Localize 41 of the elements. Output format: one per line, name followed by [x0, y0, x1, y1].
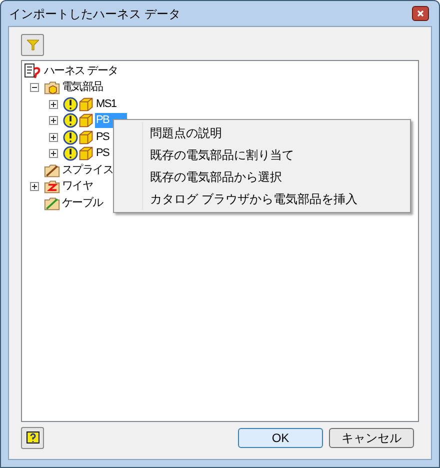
- box-icon: [78, 130, 94, 145]
- filter-icon: [26, 39, 38, 51]
- menu-item[interactable]: 既存の電気部品から選択: [142, 166, 410, 188]
- plus-icon: [31, 183, 38, 190]
- tree-item-label[interactable]: 電気部品: [61, 80, 104, 96]
- box-icon: [78, 146, 94, 162]
- close-icon: [417, 10, 424, 17]
- filter-button[interactable]: [21, 34, 44, 56]
- tree-item-label[interactable]: MS1: [95, 96, 118, 112]
- wire-folder-icon: [44, 179, 60, 194]
- component-folder-icon: [44, 80, 60, 96]
- tree-item-label[interactable]: ハーネス データ: [43, 64, 119, 79]
- tree-item-label[interactable]: PS: [95, 130, 110, 145]
- plus-icon: [50, 150, 57, 158]
- plus-icon: [50, 134, 57, 141]
- plus-icon: [50, 100, 57, 108]
- tree-item-label[interactable]: スプライス: [61, 162, 114, 178]
- expand-toggle[interactable]: [49, 132, 58, 142]
- window-title: インポートしたハーネス データ: [9, 6, 180, 22]
- tree-item-label[interactable]: ワイヤ: [61, 179, 94, 194]
- expand-toggle[interactable]: [49, 100, 58, 109]
- tree-item-label[interactable]: PS: [95, 146, 110, 162]
- menu-item[interactable]: 問題点の説明: [142, 122, 410, 144]
- expand-toggle[interactable]: [49, 149, 58, 158]
- expand-toggle[interactable]: [30, 182, 39, 192]
- box-icon: [78, 113, 94, 128]
- tree-item-label[interactable]: ケーブル: [61, 196, 104, 211]
- help-icon: [26, 431, 40, 445]
- plus-icon: [50, 117, 57, 124]
- expand-toggle[interactable]: [30, 83, 39, 92]
- menu-item[interactable]: カタログ ブラウザから電気部品を挿入: [142, 188, 410, 210]
- expand-toggle[interactable]: [49, 116, 58, 126]
- menu-item[interactable]: 既存の電気部品に割り当て: [142, 144, 410, 166]
- ok-button[interactable]: OK: [238, 428, 323, 448]
- cable-folder-icon: [44, 196, 60, 211]
- splice-folder-icon: [44, 162, 60, 178]
- help-button[interactable]: [21, 427, 44, 449]
- harness-icon: [24, 63, 42, 80]
- box-icon: [78, 96, 94, 112]
- close-button[interactable]: [412, 6, 429, 21]
- cancel-button[interactable]: キャンセル: [329, 428, 414, 448]
